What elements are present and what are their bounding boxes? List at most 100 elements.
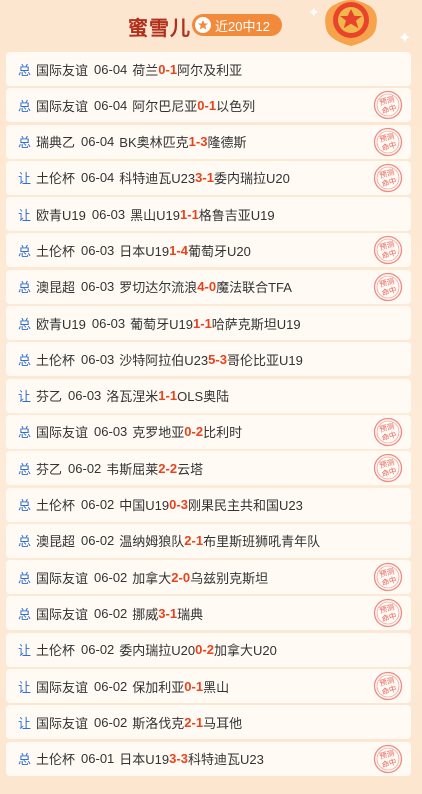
away-score: 4	[180, 242, 188, 258]
away-team: 隆德斯	[207, 135, 247, 151]
match-date: 06-03	[81, 351, 115, 367]
match-row[interactable]: 总国际友谊 06-03 克罗地亚 0 - 2 比利时 预测 命中	[6, 414, 411, 449]
match-date: 06-02	[68, 460, 102, 476]
league-name: 澳昆超	[36, 534, 76, 550]
away-score: 3	[180, 751, 188, 767]
match-row[interactable]: 总欧青U19 06-03 葡萄牙U19 1 - 1 哈萨克斯坦U19	[6, 306, 411, 341]
match-date: 06-02	[94, 569, 128, 585]
away-team: 比利时	[203, 425, 243, 441]
away-score: 2	[195, 424, 204, 440]
bet-type: 总	[18, 98, 32, 114]
home-score: 0	[195, 642, 203, 658]
match-row[interactable]: 让土伦杯 06-04 科特迪瓦U23 3 - 1 委内瑞拉U20 预测 命中	[6, 160, 411, 195]
match-row[interactable]: 让国际友谊 06-02 斯洛伐克 2 - 1 马耳他	[6, 705, 411, 740]
away-score: 3	[180, 497, 188, 513]
match-row[interactable]: 让国际友谊 06-02 保加利亚 0 - 1 黑山 预测 命中	[6, 669, 411, 704]
home-team: 挪威	[132, 606, 159, 622]
league-name: 国际友谊	[36, 98, 89, 114]
bet-type: 总	[18, 280, 32, 296]
away-team: 阿尔及利亚	[177, 62, 243, 78]
match-row[interactable]: 让欧青U19 06-03 黑山U19 1 - 1 格鲁吉亚U19	[6, 197, 411, 232]
home-score: 1	[192, 315, 201, 331]
bet-type: 总	[18, 752, 32, 768]
prediction-hit-stamp: 预测命中	[373, 563, 403, 592]
away-team: 科特迪瓦U23	[187, 752, 264, 768]
home-score: 1	[169, 242, 177, 258]
home-score: 3	[158, 605, 166, 621]
match-date: 06-03	[91, 206, 126, 222]
away-team: 委内瑞拉U20	[213, 171, 290, 187]
match-row[interactable]: 总国际友谊 06-02 加拿大 2 - 0 乌兹别克斯坦 预测 命中	[6, 560, 411, 595]
match-row[interactable]: 让芬乙 06-03 洛瓦涅米 1 - 1 OLS奥陆	[6, 378, 411, 413]
match-date: 06-03	[81, 242, 115, 258]
match-row[interactable]: 让土伦杯 06-02 委内瑞拉U20 0 - 2 加拿大U20	[6, 632, 411, 667]
away-score: 1	[191, 206, 199, 222]
match-row[interactable]: 总土伦杯 06-03 日本U19 1 - 4 葡萄牙U20 预测 命中	[6, 233, 411, 268]
home-team: 韦斯屈莱	[106, 461, 159, 477]
league-name: 瑞典乙	[36, 135, 76, 151]
match-row[interactable]: 总澳昆超 06-02 温纳姆狼队 2 - 1 布里斯班狮吼青年队	[6, 523, 411, 558]
away-score: 1	[195, 714, 204, 730]
away-score: 2	[206, 642, 214, 658]
match-row[interactable]: 总芬乙 06-02 韦斯屈莱 2 - 2 云塔 预测 命中	[6, 451, 411, 486]
home-team: 克罗地亚	[132, 425, 185, 441]
bet-type: 总	[18, 316, 32, 332]
match-row[interactable]: 总土伦杯 06-03 沙特阿拉伯U23 5 - 3 哥伦比亚U19	[6, 342, 411, 377]
match-date: 06-02	[94, 714, 128, 730]
away-score: 1	[169, 388, 178, 404]
bet-type: 让	[18, 171, 32, 187]
away-team: 哈萨克斯坦U19	[211, 316, 301, 332]
league-name: 澳昆超	[36, 280, 76, 296]
home-score: 0	[184, 678, 192, 694]
league-name: 国际友谊	[36, 606, 89, 622]
match-row[interactable]: 总国际友谊 06-02 挪威 3 - 1 瑞典 预测 命中	[6, 596, 411, 631]
home-team: 日本U19	[119, 243, 170, 259]
bet-type: 总	[18, 570, 32, 586]
league-name: 国际友谊	[36, 570, 89, 586]
match-row[interactable]: 总土伦杯 06-02 中国U19 0 - 3 刚果民主共和国U23	[6, 487, 411, 522]
league-name: 芬乙	[36, 389, 63, 405]
prediction-hit-stamp: 预测命中	[373, 163, 403, 193]
match-row[interactable]: 总土伦杯 06-01 日本U19 3 - 3 科特迪瓦U23 预测 命中	[6, 741, 411, 776]
home-team: 加拿大	[132, 570, 172, 586]
away-score: 3	[219, 351, 227, 367]
match-date: 06-02	[94, 678, 128, 694]
match-date: 06-02	[94, 605, 128, 621]
bet-type: 总	[18, 534, 32, 550]
bet-type: 让	[18, 715, 32, 731]
prediction-hit-stamp: 预测命中	[373, 272, 403, 301]
league-name: 土伦杯	[36, 752, 76, 768]
match-date: 06-04	[81, 170, 115, 186]
star-icon	[195, 17, 211, 33]
match-row[interactable]: 总澳昆超 06-03 罗切达尔流浪 4 - 0 魔法联合TFA 预测 命中	[6, 269, 411, 304]
prediction-hit-stamp: 预测命中	[373, 599, 403, 628]
away-team: 魔法联合TFA	[216, 280, 292, 296]
away-score: 1	[206, 170, 214, 186]
home-team: 阿尔巴尼亚	[132, 98, 198, 114]
prediction-hit-stamp: 预测命中	[373, 127, 403, 156]
match-row[interactable]: 总瑞典乙 06-04 BK奥林匹克 1 - 3 隆德斯 预测 命中	[6, 124, 411, 159]
bet-type: 让	[18, 207, 32, 223]
prediction-hit-stamp: 预测命中	[373, 744, 403, 773]
away-score: 1	[169, 605, 178, 621]
match-row[interactable]: 总国际友谊 06-04 荷兰 0 - 1 阿尔及利亚	[6, 52, 411, 86]
match-date: 06-01	[81, 751, 115, 767]
match-row[interactable]: 总国际友谊 06-04 阿尔巴尼亚 0 - 1 以色列 预测 命中	[6, 88, 411, 123]
home-score: 2	[158, 460, 166, 476]
away-score: 1	[208, 97, 217, 113]
home-score: 2	[171, 569, 179, 585]
bet-type: 总	[18, 498, 32, 514]
match-date: 06-04	[94, 61, 128, 77]
home-team: 中国U19	[119, 498, 170, 514]
home-score: 3	[195, 170, 203, 186]
league-name: 国际友谊	[36, 715, 89, 731]
home-team: 沙特阿拉伯U23	[119, 352, 209, 368]
league-name: 土伦杯	[36, 243, 76, 259]
league-name: 土伦杯	[36, 352, 76, 368]
prediction-hit-stamp: 预测命中	[373, 236, 403, 265]
match-list: 总国际友谊 06-04 荷兰 0 - 1 阿尔及利亚总国际友谊 06-04 阿尔巴尼亚 0 -…	[6, 52, 411, 778]
header: 蜜雪儿 近20中12 ✦ ✦	[0, 0, 422, 50]
bet-type: 总	[18, 461, 32, 477]
bet-type: 让	[18, 389, 32, 405]
away-score: 1	[195, 533, 204, 549]
